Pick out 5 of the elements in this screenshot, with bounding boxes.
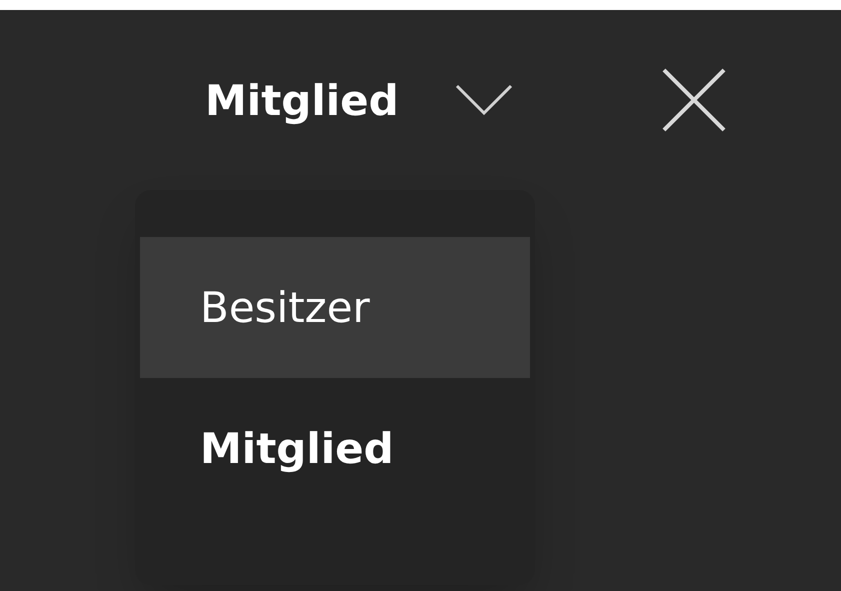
close-icon [662, 68, 726, 132]
menu-item[interactable]: Besitzer [140, 237, 530, 378]
menu-item[interactable]: Mitglied [140, 378, 530, 519]
role-dropdown[interactable]: Mitglied [205, 68, 513, 132]
chevron-icon [454, 84, 513, 116]
